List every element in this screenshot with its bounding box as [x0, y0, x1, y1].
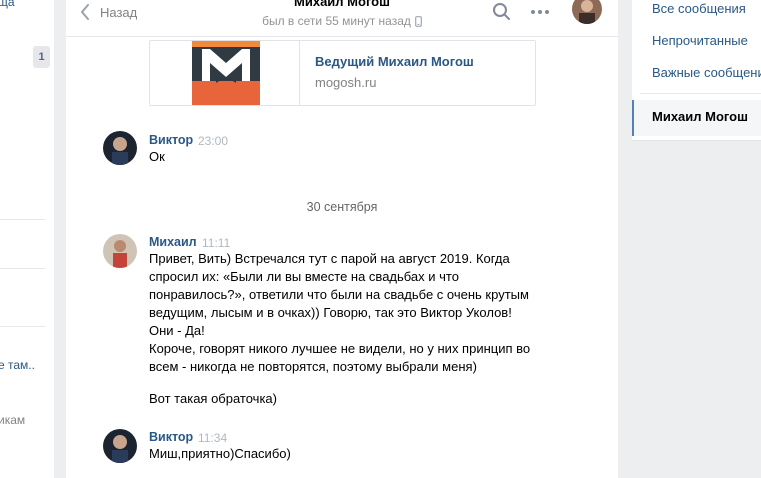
link-preview-card[interactable]: Ведущий Михаил Могош mogosh.ru — [149, 40, 536, 106]
message-text: ведущим, лысым и в очках)) Говорю, так э… — [149, 305, 512, 320]
online-status-text: был в сети 55 минут назад — [262, 14, 411, 28]
message-time[interactable]: 23:00 — [198, 134, 228, 148]
message-text: Вот такая обраточка) — [149, 391, 277, 406]
nav-item-active-chat[interactable]: Михаил Могош — [632, 100, 761, 136]
message-text: понравилось?», ответили что были на свад… — [149, 287, 529, 302]
left-panel: ща 1 і е там.. икам — [0, 0, 54, 478]
message-text: Миш,приятно)Спасибо) — [149, 446, 291, 461]
mobile-phone-icon — [414, 16, 422, 30]
date-separator: 30 сентября — [306, 200, 378, 214]
message-text: спросил их: «Были ли вы вместе на свадьб… — [149, 269, 459, 284]
message-text: всем - никогда не повторятся, поэтому вы… — [149, 359, 477, 374]
message-text: Ок — [149, 149, 165, 164]
link-title[interactable]: Ведущий Михаил Могош — [315, 54, 474, 69]
more-dots-icon[interactable] — [530, 4, 550, 20]
avatar[interactable] — [103, 131, 137, 165]
message-text: Короче, говорят никого лучшее не видели,… — [149, 341, 531, 356]
avatar[interactable] — [103, 429, 137, 463]
message-text: Они - Да! — [149, 323, 205, 338]
nav-item-unread[interactable]: Непрочитанные — [652, 33, 748, 48]
message-text: Привет, Вить) Встречался тут с парой на … — [149, 251, 510, 266]
left-fragment-bottom[interactable]: икам — [0, 413, 25, 427]
link-domain: mogosh.ru — [315, 75, 377, 90]
left-divider — [0, 219, 45, 220]
chat-header: Назад Михаил Могош был в сети 55 минут н… — [66, 0, 618, 37]
search-icon[interactable] — [492, 2, 512, 22]
nav-divider — [640, 93, 761, 94]
left-divider — [0, 268, 45, 269]
left-divider — [0, 326, 45, 327]
message-time[interactable]: 11:34 — [198, 431, 227, 445]
avatar[interactable] — [103, 234, 137, 268]
link-thumbnail — [150, 41, 300, 105]
message-author[interactable]: Виктор — [149, 430, 193, 444]
nav-item-all[interactable]: Все сообщения — [652, 1, 746, 16]
left-fragment-mid[interactable]: е там.. — [0, 358, 35, 372]
message-time[interactable]: 11:11 — [202, 236, 230, 250]
nav-item-important[interactable]: Важные сообщения — [652, 65, 761, 80]
message-author[interactable]: Михаил — [149, 235, 197, 249]
nav-active-label: Михаил Могош — [652, 109, 748, 124]
unread-badge: 1 — [33, 46, 50, 68]
chat-panel: Назад Михаил Могош был в сети 55 минут н… — [66, 0, 618, 478]
left-fragment-top[interactable]: ща — [0, 0, 15, 9]
message-filter-nav: Все сообщения Непрочитанные Важные сообщ… — [632, 0, 761, 141]
message-author[interactable]: Виктор — [149, 133, 193, 147]
